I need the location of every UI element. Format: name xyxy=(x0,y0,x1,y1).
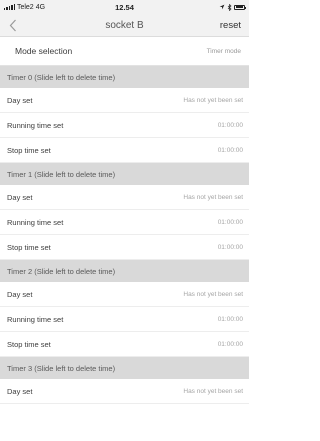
status-left: Tele2 4G xyxy=(4,4,45,11)
timer-0-header: Timer 0 (Slide left to delete time) xyxy=(0,66,249,88)
stop-time-label: Stop time set xyxy=(7,339,51,349)
timer-1-day-set-row[interactable]: Day set Has not yet been set xyxy=(0,185,249,210)
timer-2-running-time-row[interactable]: Running time set 01:00:00 xyxy=(0,307,249,332)
running-time-value: 01:00:00 xyxy=(217,121,243,129)
timer-1-stop-time-row[interactable]: Stop time set 01:00:00 xyxy=(0,235,249,260)
signal-strength-icon xyxy=(4,4,15,10)
timer-0-running-time-row[interactable]: Running time set 01:00:00 xyxy=(0,113,249,138)
day-set-value: Has not yet been set xyxy=(183,96,243,104)
mode-selection-value: Timer mode xyxy=(206,47,241,55)
navigation-bar: socket B reset xyxy=(0,14,249,37)
stop-time-value: 01:00:00 xyxy=(217,340,243,348)
timer-1-header: Timer 1 (Slide left to delete time) xyxy=(0,163,249,185)
timer-0-stop-time-row[interactable]: Stop time set 01:00:00 xyxy=(0,138,249,163)
timer-3-day-set-row[interactable]: Day set Has not yet been set xyxy=(0,379,249,404)
running-time-value: 01:00:00 xyxy=(217,315,243,323)
day-set-label: Day set xyxy=(7,95,33,105)
day-set-value: Has not yet been set xyxy=(183,193,243,201)
timer-2-day-set-row[interactable]: Day set Has not yet been set xyxy=(0,282,249,307)
stop-time-label: Stop time set xyxy=(7,242,51,252)
carrier-name: Tele2 xyxy=(16,3,34,11)
reset-button[interactable]: reset xyxy=(220,20,241,31)
timer-2-header: Timer 2 (Slide left to delete time) xyxy=(0,260,249,282)
network-type: 4G xyxy=(35,3,46,11)
page-title: socket B xyxy=(105,19,144,31)
running-time-label: Running time set xyxy=(7,314,64,324)
location-icon xyxy=(219,4,225,10)
day-set-label: Day set xyxy=(7,289,33,299)
stop-time-label: Stop time set xyxy=(7,145,51,155)
bluetooth-icon xyxy=(227,3,232,11)
running-time-label: Running time set xyxy=(7,120,64,130)
battery-icon xyxy=(234,4,246,10)
back-button[interactable] xyxy=(0,14,26,36)
day-set-label: Day set xyxy=(7,192,33,202)
timer-2-stop-time-row[interactable]: Stop time set 01:00:00 xyxy=(0,332,249,357)
running-time-value: 01:00:00 xyxy=(217,218,243,226)
day-set-value: Has not yet been set xyxy=(183,290,243,298)
stop-time-value: 01:00:00 xyxy=(217,146,243,154)
status-bar: Tele2 4G 12.54 xyxy=(0,0,249,14)
timer-3-header: Timer 3 (Slide left to delete time) xyxy=(0,357,249,379)
running-time-label: Running time set xyxy=(7,217,64,227)
timer-0-day-set-row[interactable]: Day set Has not yet been set xyxy=(0,88,249,113)
stop-time-value: 01:00:00 xyxy=(217,243,243,251)
timer-1-running-time-row[interactable]: Running time set 01:00:00 xyxy=(0,210,249,235)
day-set-value: Has not yet been set xyxy=(183,387,243,395)
chevron-left-icon xyxy=(9,19,16,31)
mode-selection-row[interactable]: Mode selection Timer mode xyxy=(0,37,249,66)
mode-selection-label: Mode selection xyxy=(15,46,73,56)
day-set-label: Day set xyxy=(7,386,33,396)
status-right xyxy=(219,3,246,11)
